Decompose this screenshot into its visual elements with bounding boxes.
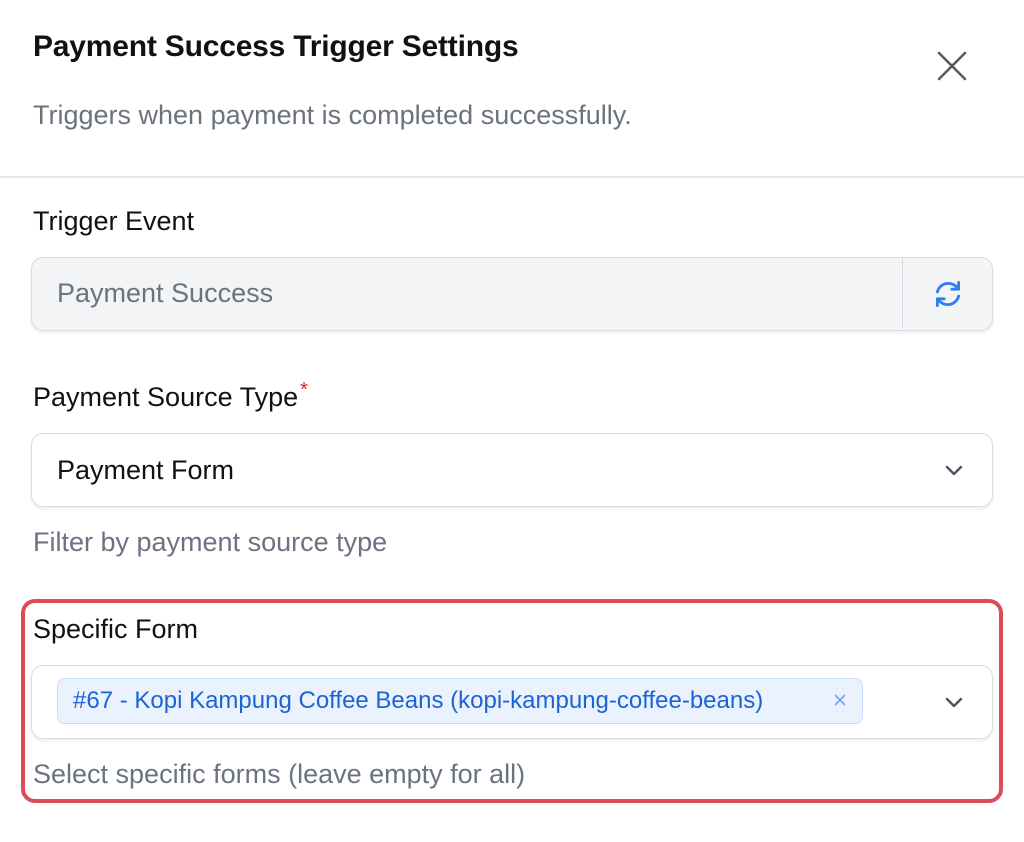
required-asterisk: *	[300, 379, 308, 401]
trigger-settings-panel: Payment Success Trigger Settings Trigger…	[0, 0, 1024, 842]
panel-title: Payment Success Trigger Settings	[33, 30, 519, 63]
specific-form-label: Specific Form	[33, 614, 199, 644]
panel-subtitle: Triggers when payment is completed succe…	[33, 100, 632, 130]
payment-source-type-label-text: Payment Source Type	[33, 382, 299, 412]
specific-form-helper: Select specific forms (leave empty for a…	[33, 759, 526, 789]
payment-source-type-value: Payment Form	[57, 455, 235, 485]
payment-source-type-helper: Filter by payment source type	[33, 527, 388, 557]
chevron-down-icon	[945, 697, 963, 708]
close-button[interactable]	[926, 40, 978, 92]
refresh-button[interactable]	[902, 258, 992, 329]
payment-source-type-label: Payment Source Type *	[33, 379, 308, 413]
payment-source-type-select[interactable]: Payment Form	[31, 433, 993, 507]
selected-form-tag-label: #67 - Kopi Kampung Coffee Beans (kopi-ka…	[73, 687, 764, 714]
specific-form-select[interactable]: #67 - Kopi Kampung Coffee Beans (kopi-ka…	[31, 665, 993, 739]
trigger-event-field: Payment Success	[31, 257, 993, 331]
close-icon	[937, 51, 967, 81]
panel-header: Payment Success Trigger Settings Trigger…	[0, 0, 1024, 178]
chevron-down-icon	[945, 465, 963, 476]
trigger-event-value: Payment Success	[57, 278, 274, 308]
tag-remove-icon	[834, 694, 846, 706]
refresh-icon	[935, 280, 960, 307]
trigger-event-label: Trigger Event	[33, 206, 195, 236]
tag-remove-button[interactable]	[828, 688, 852, 712]
selected-form-tag: #67 - Kopi Kampung Coffee Beans (kopi-ka…	[57, 678, 863, 724]
